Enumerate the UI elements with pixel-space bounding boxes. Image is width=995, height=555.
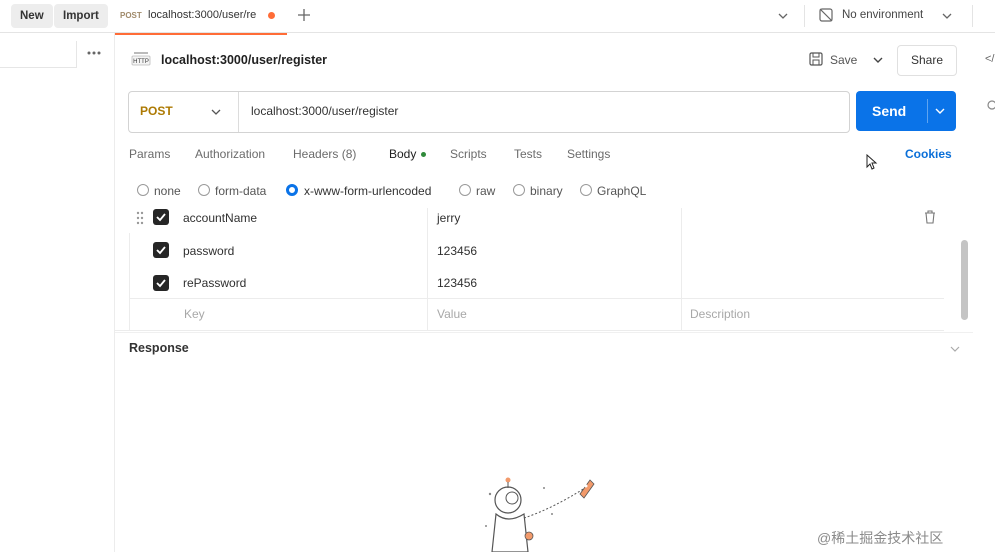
radio-raw[interactable] [459, 184, 471, 196]
sidebar-search-box[interactable] [0, 41, 77, 68]
radio-urlencoded[interactable] [286, 184, 298, 196]
tab-headers[interactable]: Headers (8) [293, 147, 356, 161]
code-panel-icon[interactable]: </ [985, 53, 994, 65]
radio-raw-label: raw [476, 184, 496, 198]
divider [238, 92, 239, 132]
delete-trash-icon[interactable] [924, 210, 936, 224]
column-divider [427, 208, 428, 330]
row-checkbox[interactable] [153, 242, 169, 258]
unsaved-dot-icon [268, 12, 275, 19]
method-selector[interactable]: POST [140, 104, 173, 118]
new-tab-plus-icon[interactable] [295, 6, 313, 24]
request-title[interactable]: localhost:3000/user/register [161, 53, 327, 67]
row-divider [129, 298, 944, 299]
import-button[interactable]: Import [54, 4, 108, 28]
save-icon[interactable] [808, 51, 824, 67]
radio-form-data[interactable] [198, 184, 210, 196]
sidebar [0, 33, 115, 552]
param-value[interactable]: 123456 [437, 276, 477, 290]
table-left-border [129, 233, 130, 330]
tab-body[interactable]: Body [389, 147, 416, 161]
radio-binary[interactable] [513, 184, 525, 196]
tab-scripts[interactable]: Scripts [450, 147, 487, 161]
value-placeholder[interactable]: Value [437, 307, 467, 321]
radio-binary-label: binary [530, 184, 563, 198]
table-bottom-border [115, 330, 944, 331]
watermark: @稀土掘金技术社区 [817, 530, 944, 546]
body-modified-dot-icon [421, 152, 426, 157]
svg-text:HTTP: HTTP [133, 59, 149, 65]
environment-selector[interactable]: No environment [842, 9, 923, 21]
astronaut-illustration-icon [482, 474, 612, 553]
right-panel-icon[interactable] [986, 98, 995, 112]
method-chevron-icon[interactable] [209, 105, 223, 119]
column-divider [681, 208, 682, 330]
share-button-label: Share [910, 53, 944, 67]
row-checkbox[interactable] [153, 275, 169, 291]
request-tab[interactable]: POST localhost:3000/user/re [115, 0, 287, 35]
http-request-icon: HTTP [131, 51, 151, 69]
mouse-cursor-icon [866, 153, 878, 170]
tab-settings[interactable]: Settings [567, 147, 610, 161]
divider [804, 5, 805, 27]
drag-handle-icon[interactable] [136, 211, 144, 225]
cookies-link[interactable]: Cookies [905, 147, 952, 161]
tab-method: POST [120, 11, 142, 20]
radio-urlencoded-label: x-www-form-urlencoded [304, 184, 432, 198]
response-title: Response [129, 341, 189, 355]
param-key[interactable]: rePassword [183, 276, 246, 290]
radio-none-label: none [154, 184, 181, 198]
divider [115, 332, 973, 333]
url-input[interactable]: localhost:3000/user/register [251, 104, 398, 118]
send-label: Send [872, 103, 907, 119]
divider [927, 99, 928, 123]
tab-params[interactable]: Params [129, 147, 170, 161]
param-value[interactable]: jerry [437, 211, 460, 225]
new-button[interactable]: New [11, 4, 53, 28]
param-key[interactable]: accountName [183, 211, 257, 225]
param-key[interactable]: password [183, 244, 234, 258]
more-options-icon[interactable] [86, 47, 102, 57]
radio-form-data-label: form-data [215, 184, 267, 198]
key-placeholder[interactable]: Key [184, 307, 205, 321]
save-options-chevron-icon[interactable] [871, 53, 885, 67]
scrollbar[interactable] [961, 240, 968, 320]
no-environment-icon [818, 7, 834, 23]
radio-none[interactable] [137, 184, 149, 196]
save-button[interactable]: Save [830, 53, 857, 67]
divider [972, 5, 973, 27]
radio-graphql[interactable] [580, 184, 592, 196]
send-button[interactable]: Send [856, 91, 956, 131]
param-value[interactable]: 123456 [437, 244, 477, 258]
environment-chevron-icon[interactable] [940, 9, 954, 23]
top-bar: New Import POST localhost:3000/user/re N… [0, 0, 995, 35]
tab-authorization[interactable]: Authorization [195, 147, 265, 161]
top-bar-border [0, 32, 995, 33]
tabs-dropdown-chevron-icon[interactable] [776, 9, 790, 23]
description-placeholder[interactable]: Description [690, 307, 750, 321]
response-collapse-chevron-icon[interactable] [948, 342, 962, 356]
tab-url: localhost:3000/user/re [148, 9, 257, 21]
tab-tests[interactable]: Tests [514, 147, 542, 161]
url-bar: POST localhost:3000/user/register [128, 91, 850, 133]
share-button[interactable]: Share [897, 45, 957, 76]
radio-graphql-label: GraphQL [597, 184, 647, 198]
send-options-chevron-icon[interactable] [933, 104, 947, 118]
row-checkbox[interactable] [153, 209, 169, 225]
